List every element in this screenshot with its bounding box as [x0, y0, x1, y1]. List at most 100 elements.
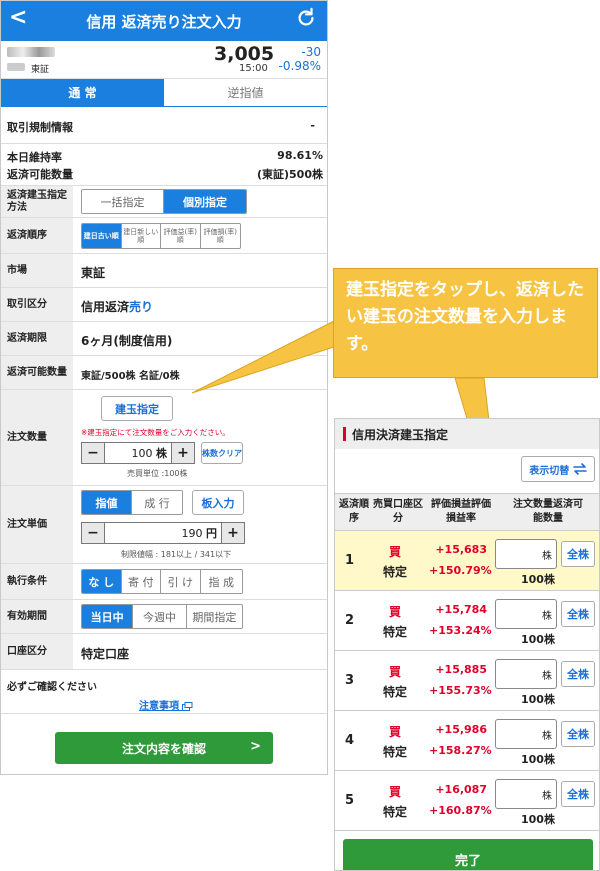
- condition-label: 執行条件: [1, 564, 73, 599]
- row-number: 3: [345, 673, 355, 688]
- maintenance-label: 本日維持率: [7, 151, 62, 164]
- condition-close[interactable]: 引 け: [161, 570, 201, 593]
- row-all-button[interactable]: 全株: [561, 541, 595, 567]
- tab-stop[interactable]: 逆指値: [164, 79, 327, 106]
- price-market[interactable]: 成 行: [132, 491, 182, 514]
- expiry-custom[interactable]: 期間指定: [186, 605, 242, 628]
- instruction-callout: 建玉指定をタップし、返済したい建玉の注文数量を入力します。: [333, 268, 598, 378]
- period-label: 返済期限: [1, 322, 73, 355]
- quantity-unit: 株: [156, 447, 167, 460]
- display-switch-button[interactable]: 表示切替: [521, 456, 595, 482]
- row-all-button[interactable]: 全株: [561, 661, 595, 687]
- notice-label: 必ずご確認ください: [7, 682, 97, 693]
- row-all-button[interactable]: 全株: [561, 601, 595, 627]
- quantity-row: 注文数量 建玉指定 ※建玉指定にて注文数量をご入力ください。 − 100 株 +…: [1, 390, 327, 486]
- account-value: 特定口座: [81, 647, 130, 661]
- condition-none[interactable]: な し: [82, 570, 122, 593]
- back-icon[interactable]: <: [9, 5, 27, 30]
- price-value: 190: [181, 526, 203, 540]
- expiry-week[interactable]: 今週中: [133, 605, 187, 628]
- row-qty-unit: 株: [542, 730, 552, 742]
- page-title: 信用 返済売り注文入力: [86, 12, 242, 31]
- quote-market: 東証: [31, 65, 50, 75]
- row-number: 4: [345, 733, 355, 748]
- refresh-icon[interactable]: [295, 7, 317, 29]
- regulation-label: 取引規制情報: [7, 121, 73, 134]
- repay-qty-value: (東証)500株: [256, 168, 323, 181]
- unit-note: 売買単位 :100株: [127, 469, 188, 478]
- row-number: 5: [345, 793, 355, 808]
- chevron-right-icon: >: [250, 739, 261, 754]
- condition-segment: な し 寄 付 引 け 指 成: [81, 569, 243, 594]
- tab-normal[interactable]: 通 常: [1, 79, 164, 106]
- trade-type-label: 取引区分: [1, 288, 73, 321]
- market-label: 市場: [1, 254, 73, 287]
- done-button[interactable]: 完了: [343, 839, 593, 870]
- table-header: 返済順序 売買口座区分 評価損益評価損益率 注文数量返済可能数量: [335, 493, 599, 531]
- quantity-plus-button[interactable]: +: [172, 443, 194, 463]
- board-input-button[interactable]: 板入力: [192, 490, 244, 515]
- row-available: 100株: [521, 573, 555, 586]
- notice-link[interactable]: 注意事項: [139, 697, 193, 712]
- order-oldest[interactable]: 建日古い順: [82, 224, 122, 248]
- price-plus-button[interactable]: +: [222, 523, 244, 543]
- callout-text: 建玉指定をタップし、返済したい建玉の注文数量を入力します。: [346, 280, 584, 354]
- order-gain[interactable]: 評価益(率)順: [161, 224, 201, 248]
- row-account: 特定: [383, 625, 408, 639]
- maintenance-value: 98.61%: [277, 149, 323, 162]
- price-input[interactable]: 190 円: [104, 523, 222, 543]
- table-row: 5 買特定 +16,087 +160.87% 株 100株 全株: [335, 771, 599, 831]
- method-segment: 一括指定 個別指定: [81, 189, 247, 214]
- row-qty-unit: 株: [542, 610, 552, 622]
- row-side: 買: [389, 725, 402, 739]
- row-account: 特定: [383, 805, 408, 819]
- price-limit[interactable]: 指値: [82, 491, 133, 514]
- position-select-button[interactable]: 建玉指定: [101, 396, 173, 421]
- row-all-button[interactable]: 全株: [561, 721, 595, 747]
- period-value: 6ヶ月(制度信用): [81, 334, 173, 348]
- quantity-stepper: − 100 株 +: [81, 442, 195, 464]
- quote-change-pct: -0.98%: [278, 59, 321, 73]
- condition-open[interactable]: 寄 付: [121, 570, 162, 593]
- order-newest[interactable]: 建日新しい順: [121, 224, 161, 248]
- method-row: 返済建玉指定方法 一括指定 個別指定: [1, 186, 327, 218]
- col-type: 売買口座区分: [373, 499, 423, 524]
- clear-quantity-button[interactable]: 株数クリア: [201, 442, 243, 464]
- table-row: 1 買特定 +15,683 +150.79% 株 100株 全株: [335, 531, 599, 591]
- col-no: 返済順序: [339, 499, 369, 524]
- quantity-input[interactable]: 100 株: [104, 443, 172, 463]
- row-qty-input[interactable]: 株: [495, 719, 557, 749]
- quantity-minus-button[interactable]: −: [82, 443, 104, 463]
- order-loss[interactable]: 評価損(率)順: [200, 224, 240, 248]
- method-label: 返済建玉指定方法: [1, 186, 73, 217]
- condition-funari[interactable]: 指 成: [200, 570, 242, 593]
- row-qty-unit: 株: [542, 670, 552, 682]
- row-qty-unit: 株: [542, 550, 552, 562]
- row-qty-input[interactable]: 株: [495, 779, 557, 809]
- quote-time: 15:00: [239, 63, 268, 74]
- col-qty: 注文数量返済可能数量: [513, 499, 583, 524]
- col-pl: 評価損益評価損益率: [431, 499, 491, 524]
- row-available: 100株: [521, 813, 555, 826]
- row-pl-rate: +155.73%: [429, 684, 492, 697]
- available-row: 返済可能数量 東証/500株 名証/0株: [1, 356, 327, 390]
- price-minus-button[interactable]: −: [82, 523, 104, 543]
- row-qty-input[interactable]: 株: [495, 539, 557, 569]
- stage: < 信用 返済売り注文入力 東証 3,005 15:00 -30 -0.98% …: [0, 0, 600, 871]
- position-select-panel: 信用決済建玉指定 表示切替 返済順序 売買口座区分 評価損益評価損益率 注文数量…: [334, 418, 600, 871]
- method-bulk[interactable]: 一括指定: [82, 190, 164, 213]
- period-row: 返済期限 6ヶ月(制度信用): [1, 322, 327, 356]
- expiry-segment: 当日中 今週中 期間指定: [81, 604, 243, 629]
- stock-quote: 東証 3,005 15:00 -30 -0.98%: [1, 41, 327, 79]
- row-qty-input[interactable]: 株: [495, 659, 557, 689]
- row-qty-input[interactable]: 株: [495, 599, 557, 629]
- masked-stock-name: [7, 47, 55, 57]
- row-all-button[interactable]: 全株: [561, 781, 595, 807]
- trade-type-row: 取引区分 信用返済売り: [1, 288, 327, 322]
- repay-qty-label: 返済可能数量: [7, 168, 73, 181]
- expiry-today[interactable]: 当日中: [82, 605, 134, 628]
- row-side: 買: [389, 665, 402, 679]
- quantity-warning: ※建玉指定にて注文数量をご入力ください。: [81, 428, 230, 437]
- method-individual[interactable]: 個別指定: [164, 190, 246, 213]
- confirm-order-button[interactable]: 注文内容を確認 >: [55, 732, 273, 764]
